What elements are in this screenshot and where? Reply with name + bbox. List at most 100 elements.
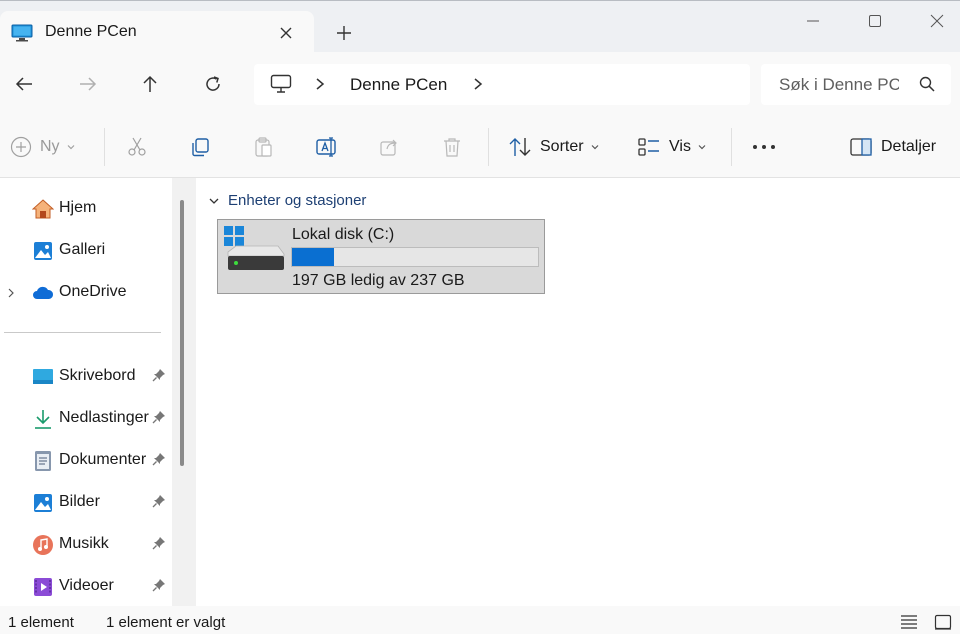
sidebar-item-label: Nedlastinger <box>59 409 149 426</box>
chevron-down-icon <box>591 145 599 150</box>
desktop-icon <box>32 366 54 388</box>
sidebar-item-musikk[interactable]: Musikk <box>0 524 172 564</box>
sidebar-scrollbar-track[interactable] <box>172 178 196 606</box>
breadcrumb-chevron-icon[interactable] <box>472 77 484 96</box>
sidebar-item-label: Videoer <box>59 577 114 594</box>
pin-icon[interactable] <box>152 410 166 429</box>
sort-button-label: Sorter <box>540 138 584 155</box>
search-box[interactable] <box>761 64 951 105</box>
address-bar[interactable]: Denne PCen <box>254 64 750 105</box>
close-icon <box>930 14 944 28</box>
drive-usage-bar <box>291 247 539 267</box>
pin-icon[interactable] <box>152 536 166 555</box>
tab-denne-pcen[interactable]: Denne PCen <box>0 11 314 53</box>
sidebar-item-label: Dokumenter <box>59 451 147 468</box>
sidebar-item-label: Skrivebord <box>59 367 136 384</box>
status-item-count: 1 element <box>8 614 74 631</box>
cut-button[interactable] <box>126 130 148 164</box>
drive-item-c[interactable]: Lokal disk (C:) 197 GB ledig av 237 GB <box>217 219 545 294</box>
scissors-icon <box>128 137 146 156</box>
chevron-down-icon <box>698 145 706 150</box>
toolbar-divider <box>731 128 732 166</box>
chevron-down-icon <box>67 145 74 150</box>
sort-button[interactable]: Sorter <box>508 130 600 164</box>
pictures-icon <box>32 492 54 514</box>
breadcrumb-denne-pcen[interactable]: Denne PCen <box>350 75 447 95</box>
sidebar-item-skrivebord[interactable]: Skrivebord <box>0 356 172 396</box>
toolbar-divider <box>488 128 489 166</box>
plus-icon <box>337 26 351 40</box>
group-header[interactable]: Enheter og stasjoner <box>208 192 366 209</box>
sidebar-item-onedrive[interactable]: OneDrive <box>0 272 172 312</box>
sidebar-item-label: OneDrive <box>59 283 127 300</box>
sidebar-item-dokumenter[interactable]: Dokumenter <box>0 440 172 480</box>
home-icon <box>31 198 55 220</box>
copy-icon <box>192 138 209 157</box>
arrow-left-icon <box>15 77 32 91</box>
hard-drive-icon <box>224 226 286 279</box>
sidebar-scrollbar-thumb[interactable] <box>180 200 184 466</box>
status-selected-count: 1 element er valgt <box>106 614 226 631</box>
details-pane-icon <box>850 138 872 156</box>
back-button[interactable] <box>6 66 42 102</box>
cloud-icon <box>32 282 54 304</box>
list-view-icon <box>901 615 917 629</box>
music-icon <box>32 534 54 556</box>
breadcrumb-chevron-icon[interactable] <box>314 77 326 96</box>
trash-icon <box>444 138 460 157</box>
refresh-button[interactable] <box>195 66 231 102</box>
view-list-icon <box>638 138 659 156</box>
details-button[interactable]: Detaljer <box>849 130 936 164</box>
sidebar-divider <box>4 332 161 333</box>
delete-button[interactable] <box>441 130 463 164</box>
minimize-icon <box>807 20 819 22</box>
tiles-view-button[interactable] <box>932 611 954 633</box>
drive-usage-fill <box>292 248 334 266</box>
details-button-label: Detaljer <box>881 138 937 155</box>
sidebar-item-videoer[interactable]: Videoer <box>0 566 172 606</box>
sidebar-item-nedlastinger[interactable]: Nedlastinger <box>0 398 172 438</box>
chevron-right-icon[interactable] <box>6 286 16 304</box>
paste-button[interactable] <box>252 130 274 164</box>
sidebar-item-galleri[interactable]: Galleri <box>0 230 172 270</box>
refresh-icon <box>206 76 220 91</box>
close-window-button[interactable] <box>906 1 960 41</box>
document-icon <box>32 450 54 472</box>
details-view-button[interactable] <box>898 611 920 633</box>
share-button[interactable] <box>378 130 400 164</box>
maximize-button[interactable] <box>844 1 906 41</box>
tiles-view-icon <box>934 614 952 630</box>
up-button[interactable] <box>132 66 168 102</box>
video-icon <box>32 576 54 598</box>
pin-icon[interactable] <box>152 452 166 471</box>
copy-button[interactable] <box>189 130 211 164</box>
pin-icon[interactable] <box>152 494 166 513</box>
content-pane: Enheter og stasjoner Lokal disk (C:) 197… <box>196 178 960 606</box>
search-input[interactable] <box>779 74 899 96</box>
sidebar-item-label: Musikk <box>59 535 109 552</box>
more-options-button[interactable] <box>748 130 780 164</box>
pin-icon[interactable] <box>152 578 166 597</box>
view-button[interactable]: Vis <box>637 130 707 164</box>
arrow-right-icon <box>80 77 97 91</box>
forward-button[interactable] <box>70 66 106 102</box>
clipboard-icon <box>255 137 272 157</box>
search-icon[interactable] <box>919 76 935 97</box>
pin-icon[interactable] <box>152 368 166 387</box>
toolbar-divider <box>104 128 105 166</box>
sidebar-item-hjem[interactable]: Hjem <box>0 188 172 228</box>
tab-close-button[interactable] <box>272 19 300 47</box>
navigation-bar: Denne PCen <box>0 52 960 116</box>
plus-circle-icon <box>10 136 32 158</box>
arrow-up-icon <box>143 75 157 92</box>
drive-free-space: 197 GB ledig av 237 GB <box>292 272 465 289</box>
minimize-button[interactable] <box>782 1 844 41</box>
rename-button[interactable] <box>315 130 339 164</box>
new-button[interactable]: Ny <box>10 130 76 164</box>
gallery-icon <box>32 240 54 262</box>
sidebar-item-bilder[interactable]: Bilder <box>0 482 172 522</box>
new-tab-button[interactable] <box>330 19 358 47</box>
close-icon <box>280 27 292 39</box>
rename-icon <box>316 137 336 157</box>
sidebar-item-label: Hjem <box>59 199 97 216</box>
